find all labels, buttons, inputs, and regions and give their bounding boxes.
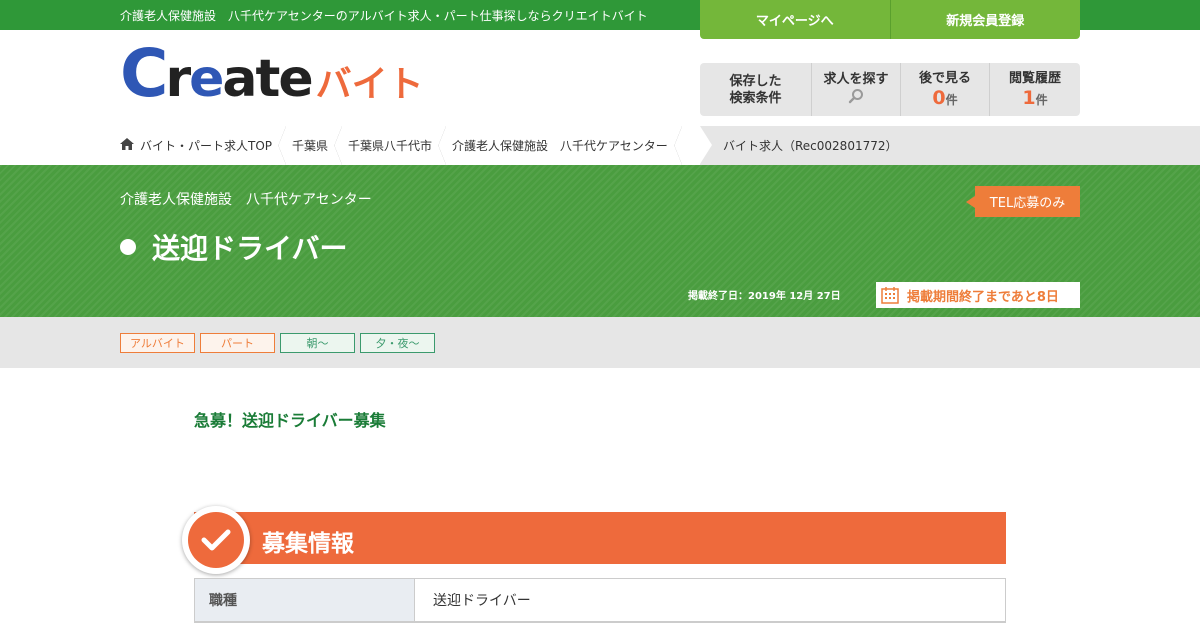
account-buttons: マイページへ 新規会員登録 — [700, 0, 1080, 39]
logo-letter-e: e — [189, 49, 224, 109]
watch-later-button[interactable]: 後で見る 0件 — [901, 63, 990, 116]
find-jobs-label: 求人を探す — [823, 71, 889, 87]
saved-search-label-1: 保存した — [729, 73, 782, 89]
recruit-info-table: 職種 送迎ドライバー — [194, 578, 1006, 623]
watch-later-label: 後で見る — [918, 71, 971, 86]
tag-part[interactable]: パート — [200, 333, 275, 353]
breadcrumb: バイト・パート求人TOP 千葉県 千葉県八千代市 介護老人保健施設 八千代ケアセ… — [0, 126, 1200, 165]
history-button[interactable]: 閲覧履歴 1件 — [990, 63, 1080, 116]
check-icon — [182, 506, 250, 574]
breadcrumb-label: バイト・パート求人TOP — [140, 139, 273, 153]
mypage-button[interactable]: マイページへ — [700, 0, 891, 39]
logo-letters-ate: ate — [222, 49, 313, 109]
calendar-icon — [881, 286, 899, 304]
breadcrumb-current: バイト求人（Rec002801772） — [700, 126, 1200, 165]
breadcrumb-top[interactable]: バイト・パート求人TOP — [120, 126, 292, 165]
tag-evening-night[interactable]: 夕・夜～ — [360, 333, 435, 353]
logo-letter-r: r — [165, 49, 191, 109]
end-date: 掲載終了日：2019年 12月 27日 — [688, 291, 841, 302]
history-unit: 件 — [1035, 93, 1048, 107]
history-label: 閲覧履歴 — [1008, 71, 1061, 86]
tag-morning[interactable]: 朝～ — [280, 333, 355, 353]
breadcrumb-label: 千葉県 — [292, 139, 329, 153]
watch-later-count: 0 — [932, 87, 946, 109]
breadcrumb-prefecture[interactable]: 千葉県 — [292, 126, 348, 165]
find-jobs-button[interactable]: 求人を探す — [812, 63, 901, 116]
section-heading-label: 募集情報 — [262, 531, 354, 557]
breadcrumb-label: 千葉県八千代市 — [348, 139, 433, 153]
remaining-days-text: 掲載期間終了まであと8日 — [907, 289, 1059, 305]
tool-panel: 保存した 検索条件 求人を探す 後で見る 0件 閲覧履歴 1件 — [700, 63, 1080, 116]
saved-search-label-2: 検索条件 — [729, 90, 782, 106]
saved-search-button[interactable]: 保存した 検索条件 — [700, 63, 812, 116]
home-icon — [120, 138, 134, 153]
logo-letter-c: C — [120, 35, 168, 112]
site-logo[interactable]: Create バイト — [120, 41, 424, 110]
breadcrumb-label: 介護老人保健施設 八千代ケアセンター — [452, 139, 668, 153]
section-heading: 募集情報 — [194, 512, 1006, 564]
search-icon — [848, 88, 864, 109]
tag-arubaito[interactable]: アルバイト — [120, 333, 195, 353]
remaining-days-badge: 掲載期間終了まであと8日 — [876, 282, 1080, 308]
catch-copy: 急募！送迎ドライバー募集 — [194, 411, 386, 430]
breadcrumb-company[interactable]: 介護老人保健施設 八千代ケアセンター — [452, 126, 688, 165]
breadcrumb-city[interactable]: 千葉県八千代市 — [348, 126, 452, 165]
company-name: 介護老人保健施設 八千代ケアセンター — [120, 192, 372, 208]
site-tagline: 介護老人保健施設 八千代ケアセンターのアルバイト求人・パート仕事探しならクリエイ… — [120, 9, 648, 23]
tel-only-badge: TEL応募のみ — [966, 186, 1080, 217]
job-header: 介護老人保健施設 八千代ケアセンター 送迎ドライバー TEL応募のみ 掲載終了日… — [0, 165, 1200, 317]
table-row: 職種 送迎ドライバー — [195, 579, 1005, 622]
register-button[interactable]: 新規会員登録 — [890, 0, 1080, 39]
logo-baito: バイト — [315, 64, 424, 105]
job-title: 送迎ドライバー — [120, 227, 347, 267]
bullet-icon — [120, 239, 136, 255]
tag-strip: アルバイト パート 朝～ 夕・夜～ — [0, 317, 1200, 368]
row-label: 職種 — [195, 579, 415, 621]
row-value: 送迎ドライバー — [433, 593, 531, 609]
watch-later-unit: 件 — [945, 93, 958, 107]
history-count: 1 — [1022, 87, 1036, 109]
job-title-text: 送迎ドライバー — [152, 232, 348, 265]
